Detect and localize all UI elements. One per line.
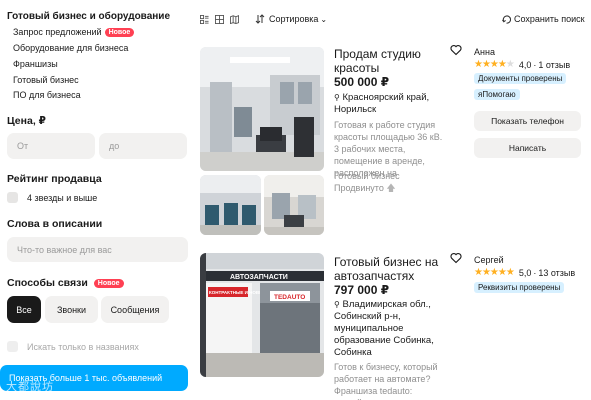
category-item-equipment[interactable]: Оборудование для бизнеса xyxy=(13,43,128,53)
location-pin-icon: ⚲ xyxy=(334,300,340,309)
contact-calls-chip[interactable]: Звонки xyxy=(45,296,98,323)
store-sign-text: АВТОЗАПЧАСТИ xyxy=(230,274,288,281)
category-item-franchises[interactable]: Франшизы xyxy=(13,59,58,69)
listing-1-thumb-2[interactable] xyxy=(264,175,324,235)
titles-only-checkbox[interactable]: Искать только в названиях xyxy=(7,341,139,352)
listing-2-description: Готов к бизнесу, который работает на авт… xyxy=(334,362,438,400)
seller-rating-title: Рейтинг продавца xyxy=(7,173,102,185)
category-item-software[interactable]: ПО для бизнеса xyxy=(13,90,81,100)
location-pin-icon: ⚲ xyxy=(334,93,340,102)
save-search-icon xyxy=(502,14,511,24)
chevron-down-icon: ⌄ xyxy=(320,14,328,24)
i-help-badge: яПомогаю xyxy=(474,89,520,100)
price-from-input[interactable]: От xyxy=(7,133,95,159)
listing-1-main-photo[interactable] xyxy=(200,47,324,171)
list-view-icon[interactable] xyxy=(215,15,224,24)
checkbox-box[interactable] xyxy=(7,192,18,203)
show-phone-button[interactable]: Показать телефон xyxy=(474,111,581,131)
view-switcher xyxy=(200,15,239,24)
listing-1-seller-rating: ★★★★★ 4,0 · 1 отзыв xyxy=(474,59,571,70)
contact-messages-chip[interactable]: Сообщения xyxy=(101,296,169,323)
listing-1-seller-name[interactable]: Анна xyxy=(474,47,495,57)
listing-2-title[interactable]: Готовый бизнес на автозапчастях xyxy=(334,255,444,283)
category-item-requests[interactable]: Запрос предложений Новое xyxy=(13,27,135,37)
rating-stars-icon: ★★★★★ xyxy=(474,267,515,278)
keywords-title: Слова в описании xyxy=(7,218,103,230)
keywords-input[interactable]: Что-то важное для вас xyxy=(7,237,188,262)
rating-4-stars-checkbox[interactable]: 4 звезды и выше xyxy=(7,192,97,203)
arrow-up-icon: 🡅 xyxy=(386,183,396,193)
write-message-button[interactable]: Написать xyxy=(474,138,581,158)
sort-dropdown[interactable]: Сортировка ⌄ xyxy=(255,14,327,24)
salon-chairs-photo xyxy=(200,175,261,235)
salon-room-photo xyxy=(264,175,324,235)
filters-sidebar: Готовый бизнес и оборудование Запрос пре… xyxy=(0,0,195,400)
listing-1-promoted: Продвинуто 🡅 xyxy=(334,183,396,193)
category-item-ready-business[interactable]: Готовый бизнес xyxy=(13,75,79,85)
grid-view-icon[interactable] xyxy=(200,15,209,24)
contact-all-chip[interactable]: Все xyxy=(7,296,41,323)
requisites-verified-badge: Реквизиты проверены xyxy=(474,282,565,293)
new-badge: Новое xyxy=(104,28,135,37)
listing-1-price: 500 000 ₽ xyxy=(334,75,390,89)
category-title[interactable]: Готовый бизнес и оборудование xyxy=(7,11,170,22)
contact-methods-title: Способы связи Новое xyxy=(7,277,124,289)
checkbox-box[interactable] xyxy=(7,341,18,352)
listing-2-seller-name[interactable]: Сергей xyxy=(474,255,504,265)
map-view-icon[interactable] xyxy=(230,15,239,24)
store-brand-text: TEDAUTO xyxy=(274,294,305,301)
listing-1-location: ⚲ Красноярский край, Норильск xyxy=(334,92,430,115)
listing-2-price: 797 000 ₽ xyxy=(334,283,390,297)
watermark-text: 大都說坊 xyxy=(6,381,54,393)
listing-2-location: ⚲ Владимирская обл., Собинский р-н, муни… xyxy=(334,299,434,358)
price-to-input[interactable]: до xyxy=(99,133,187,159)
listing-1-thumb-1[interactable] xyxy=(200,175,261,235)
listing-1-category: Готовый бизнес xyxy=(334,171,400,181)
favorite-heart-icon[interactable] xyxy=(450,252,462,264)
docs-verified-badge: Документы проверены xyxy=(474,73,567,84)
beauty-salon-photo xyxy=(200,47,324,171)
store-banner-text: КОНТРАКТНЫЕ И НОВЫЕ xyxy=(209,290,267,295)
favorite-heart-icon[interactable] xyxy=(450,44,462,56)
listing-2-seller-rating: ★★★★★ 5,0 · 13 отзыв xyxy=(474,267,576,278)
rating-stars-icon: ★★★★★ xyxy=(474,59,515,70)
new-badge: Новое xyxy=(93,278,124,288)
listing-2-main-photo[interactable]: АВТОЗАПЧАСТИ КОНТРАКТНЫЕ И НОВЫЕ TEDAUTO xyxy=(200,253,324,377)
sort-icon xyxy=(255,14,265,24)
price-title: Цена, ₽ xyxy=(7,115,46,127)
auto-parts-store-photo: АВТОЗАПЧАСТИ КОНТРАКТНЫЕ И НОВЫЕ TEDAUTO xyxy=(200,253,324,377)
save-search-button[interactable]: Сохранить поиск xyxy=(502,14,585,24)
listing-1-title[interactable]: Продам студию красоты xyxy=(334,47,444,75)
